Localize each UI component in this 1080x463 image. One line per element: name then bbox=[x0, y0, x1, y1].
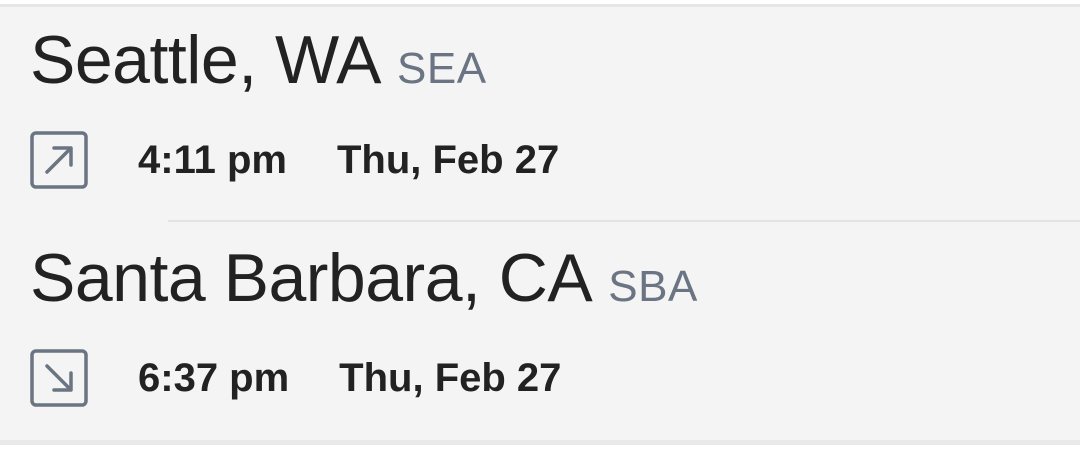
departure-city: Seattle, WA bbox=[30, 22, 382, 98]
departure-airport-code: SEA bbox=[397, 44, 487, 93]
arrival-city-row: Santa Barbara, CA SBA bbox=[30, 238, 698, 318]
departure-time-row: 4:11 pm Thu, Feb 27 bbox=[30, 130, 559, 190]
arrow-up-right-icon bbox=[30, 131, 88, 189]
section-divider bbox=[168, 220, 1080, 222]
arrival-city: Santa Barbara, CA bbox=[30, 240, 593, 316]
departure-time: 4:11 pm bbox=[138, 137, 287, 182]
arrival-time-row: 6:37 pm Thu, Feb 27 bbox=[30, 348, 561, 408]
arrow-down-right-icon bbox=[30, 349, 88, 407]
departure-city-row: Seattle, WA SEA bbox=[30, 20, 487, 100]
departure-date: Thu, Feb 27 bbox=[336, 137, 560, 182]
arrival-airport-code: SBA bbox=[608, 262, 698, 311]
arrival-date: Thu, Feb 27 bbox=[339, 355, 562, 400]
bottom-divider bbox=[0, 440, 1080, 445]
arrival-time: 6:37 pm bbox=[138, 355, 290, 400]
